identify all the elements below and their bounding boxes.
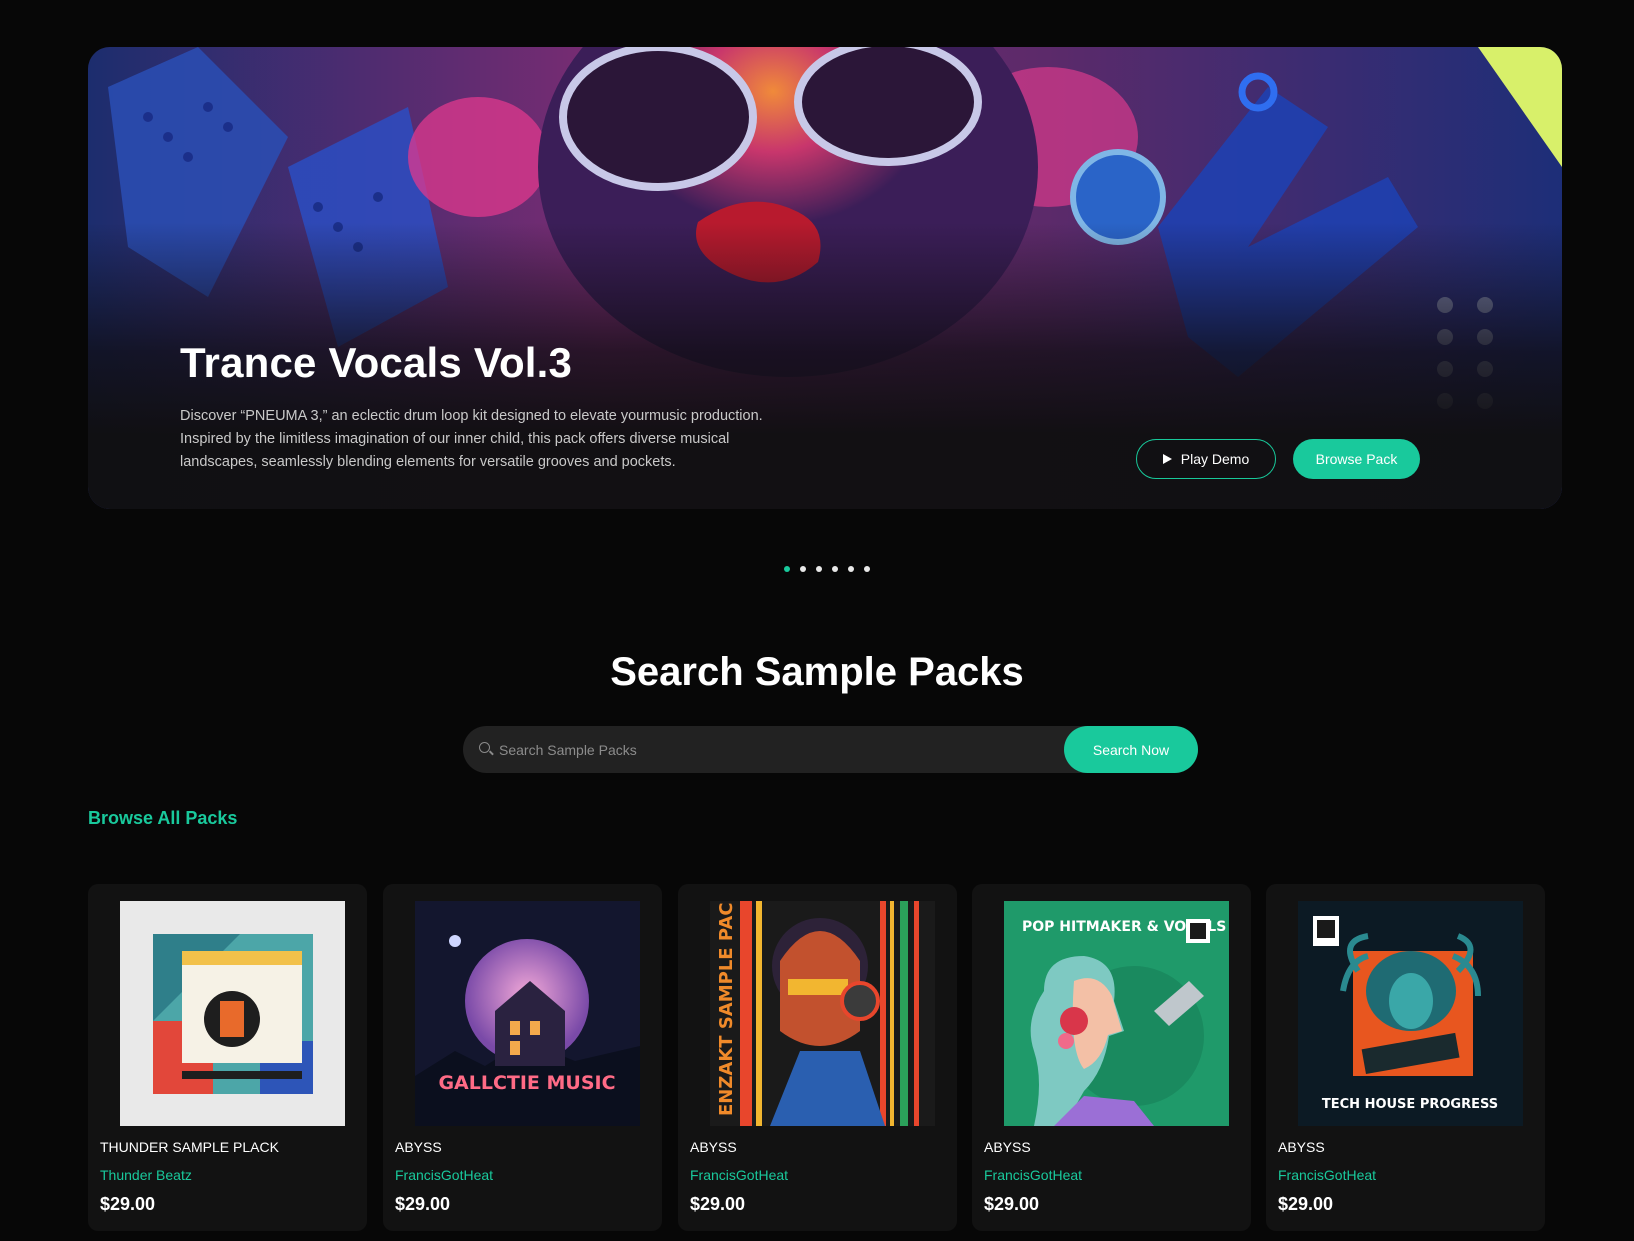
pack-author-link[interactable]: Thunder Beatz bbox=[100, 1167, 192, 1183]
pack-card[interactable]: GALLCTIE MUSIC ABYSS FrancisGotHeat $29.… bbox=[383, 884, 662, 1231]
cover-text: ENZAKT SAMPLE PACK bbox=[716, 901, 737, 1116]
pack-author-link[interactable]: FrancisGotHeat bbox=[1278, 1167, 1376, 1183]
browse-all-packs-heading[interactable]: Browse All Packs bbox=[88, 808, 237, 829]
carousel-dot-6[interactable] bbox=[864, 566, 870, 572]
pack-title[interactable]: ABYSS bbox=[1278, 1139, 1325, 1155]
pack-price: $29.00 bbox=[395, 1194, 451, 1214]
pack-card[interactable]: ENZAKT SAMPLE PACK ABYSS FrancisGotHeat … bbox=[678, 884, 957, 1231]
pack-cover-image[interactable] bbox=[120, 901, 345, 1126]
pack-cover-art-1 bbox=[120, 901, 345, 1126]
pack-cover-art-4: POP HITMAKER & VOCALS bbox=[1004, 901, 1229, 1126]
pack-title[interactable]: ABYSS bbox=[395, 1139, 442, 1155]
pack-title[interactable]: ABYSS bbox=[984, 1139, 1031, 1155]
pack-author-link[interactable]: FrancisGotHeat bbox=[690, 1167, 788, 1183]
pack-title[interactable]: THUNDER SAMPLE PLACK bbox=[100, 1139, 279, 1155]
search-icon bbox=[479, 742, 490, 753]
pack-cover-image[interactable]: ENZAKT SAMPLE PACK bbox=[710, 901, 935, 1126]
pack-cover-art-3: ENZAKT SAMPLE PACK bbox=[710, 901, 935, 1126]
hero-title: Trance Vocals Vol.3 bbox=[180, 339, 573, 386]
pack-author-link[interactable]: FrancisGotHeat bbox=[395, 1167, 493, 1183]
pack-price: $29.00 bbox=[100, 1194, 156, 1214]
pack-card[interactable]: POP HITMAKER & VOCALS ABYSS FrancisGotHe… bbox=[972, 884, 1251, 1231]
carousel-dot-3[interactable] bbox=[816, 566, 822, 572]
carousel-dot-2[interactable] bbox=[800, 566, 806, 572]
hero-description: Discover “PNEUMA 3,” an eclectic drum lo… bbox=[180, 408, 763, 470]
pack-price: $29.00 bbox=[984, 1194, 1040, 1214]
search-bar: Search Now bbox=[463, 726, 1198, 773]
play-icon bbox=[1162, 454, 1172, 464]
pack-card[interactable]: TECH HOUSE PROGRESS ABYSS FrancisGotHeat… bbox=[1266, 884, 1545, 1231]
carousel-dot-5[interactable] bbox=[848, 566, 854, 572]
pack-author-link[interactable]: FrancisGotHeat bbox=[984, 1167, 1082, 1183]
play-demo-label: Play Demo bbox=[1180, 451, 1250, 467]
pack-price: $29.00 bbox=[1278, 1194, 1334, 1214]
pack-cover-art-2: GALLCTIE MUSIC bbox=[415, 901, 640, 1126]
cover-text: TECH HOUSE PROGRESS bbox=[1322, 1097, 1498, 1112]
play-demo-button[interactable]: Play Demo bbox=[1136, 439, 1276, 479]
search-input[interactable] bbox=[499, 726, 1059, 773]
carousel-pagination bbox=[784, 566, 870, 572]
pack-cover-art-5: TECH HOUSE PROGRESS bbox=[1298, 901, 1523, 1126]
pack-price: $29.00 bbox=[690, 1194, 746, 1214]
page: Trance Vocals Vol.3 Discover “PNEUMA 3,”… bbox=[0, 0, 1634, 1241]
pack-cover-image[interactable]: GALLCTIE MUSIC bbox=[415, 901, 640, 1126]
browse-pack-button[interactable]: Browse Pack bbox=[1293, 439, 1420, 479]
hero-banner[interactable]: Trance Vocals Vol.3 Discover “PNEUMA 3,”… bbox=[88, 47, 1562, 509]
pack-title[interactable]: ABYSS bbox=[690, 1139, 737, 1155]
search-section-title: Search Sample Packs bbox=[610, 650, 1024, 694]
carousel-dot-4[interactable] bbox=[832, 566, 838, 572]
search-now-button[interactable]: Search Now bbox=[1064, 726, 1198, 773]
pack-cover-image[interactable]: POP HITMAKER & VOCALS bbox=[1004, 901, 1229, 1126]
cover-text: GALLCTIE MUSIC bbox=[438, 1072, 615, 1094]
pack-card[interactable]: THUNDER SAMPLE PLACK Thunder Beatz $29.0… bbox=[88, 884, 367, 1231]
carousel-dot-1[interactable] bbox=[784, 566, 790, 572]
pack-cover-image[interactable]: TECH HOUSE PROGRESS bbox=[1298, 901, 1523, 1126]
